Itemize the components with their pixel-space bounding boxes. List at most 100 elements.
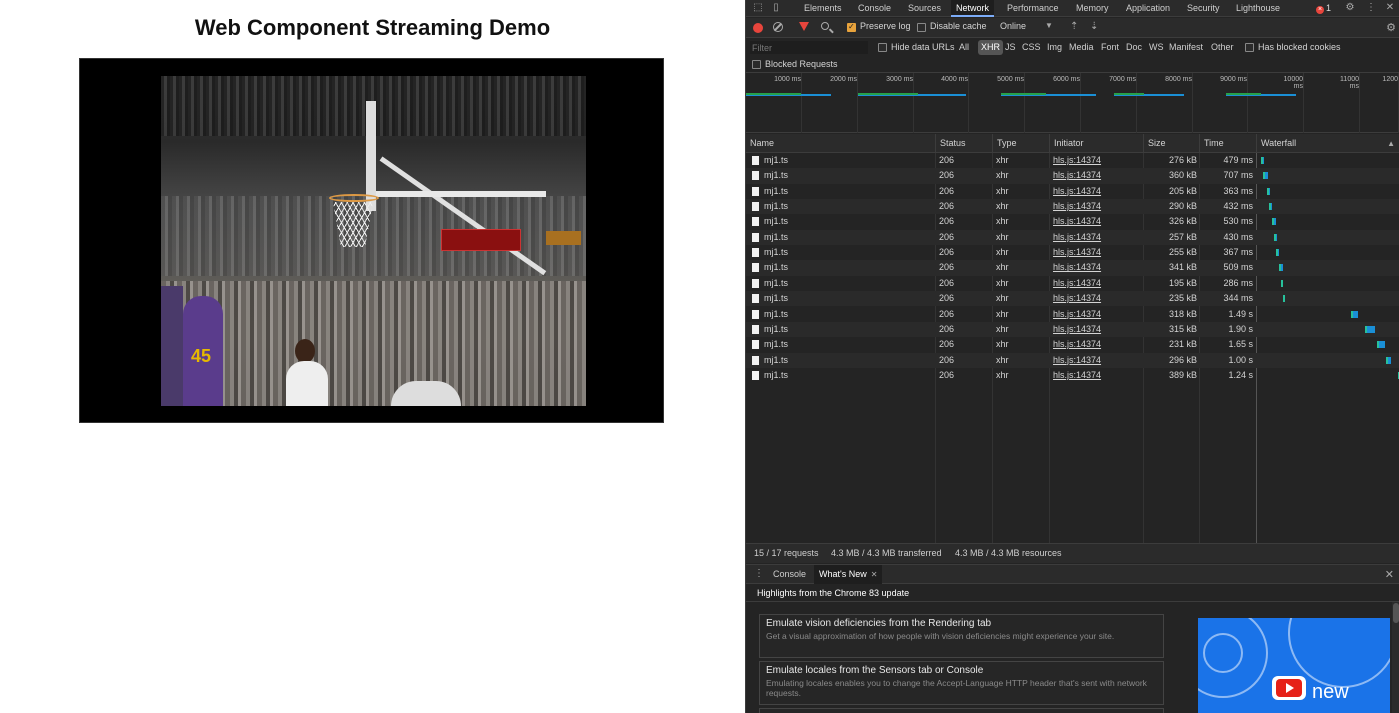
clear-icon[interactable]: [773, 22, 783, 32]
tab-application[interactable]: Application: [1121, 0, 1175, 17]
request-initiator[interactable]: hls.js:14374: [1053, 291, 1101, 306]
device-toolbar-icon[interactable]: ▯: [770, 2, 782, 14]
request-type: xhr: [996, 339, 1009, 350]
close-icon[interactable]: ✕: [871, 570, 878, 579]
preserve-log-checkbox[interactable]: [847, 22, 856, 32]
table-row[interactable]: mj1.ts 206 xhr hls.js:14374 341 kB 509 ms: [746, 260, 1399, 276]
close-drawer-icon[interactable]: ✕: [1385, 568, 1394, 581]
tab-security[interactable]: Security: [1182, 0, 1225, 17]
request-initiator[interactable]: hls.js:14374: [1053, 322, 1101, 337]
table-row[interactable]: mj1.ts 206 xhr hls.js:14374 296 kB 1.00 s: [746, 352, 1399, 368]
more-options-icon[interactable]: ⋮: [1365, 2, 1377, 14]
type-filter-media[interactable]: Media: [1066, 40, 1097, 55]
has-blocked-cookies-checkbox[interactable]: [1245, 43, 1254, 52]
network-settings-icon[interactable]: ⚙: [1386, 21, 1396, 34]
type-filter-manifest[interactable]: Manifest: [1166, 40, 1206, 55]
search-icon[interactable]: [821, 22, 829, 30]
type-filter-css[interactable]: CSS: [1019, 40, 1044, 55]
request-initiator[interactable]: hls.js:14374: [1053, 245, 1101, 260]
close-devtools-icon[interactable]: ✕: [1384, 2, 1396, 14]
column-header-initiator[interactable]: Initiator: [1049, 134, 1143, 153]
table-row[interactable]: mj1.ts 206 xhr hls.js:14374 315 kB 1.90 s: [746, 321, 1399, 338]
whats-new-card[interactable]: Emulate vision deficiencies from the Ren…: [759, 614, 1164, 658]
column-header-waterfall[interactable]: Waterfall: [1256, 134, 1399, 153]
tab-sources[interactable]: Sources: [903, 0, 946, 17]
drawer-menu-icon[interactable]: ⋮: [754, 568, 764, 579]
blocked-requests-checkbox[interactable]: [752, 60, 761, 69]
request-initiator[interactable]: hls.js:14374: [1053, 276, 1101, 291]
inspect-element-icon[interactable]: ⬚: [752, 2, 764, 14]
hide-data-urls-checkbox[interactable]: [878, 43, 887, 52]
tab-elements[interactable]: Elements: [799, 0, 847, 17]
error-count-badge[interactable]: × 1: [1316, 0, 1331, 17]
tab-performance[interactable]: Performance: [1002, 0, 1064, 17]
waterfall-bar: [1269, 203, 1272, 211]
column-header-size[interactable]: Size: [1143, 134, 1199, 153]
settings-gear-icon[interactable]: ⚙: [1344, 2, 1356, 14]
drawer-tab-whats-new[interactable]: What's New ✕: [814, 565, 883, 584]
table-row[interactable]: mj1.ts 206 xhr hls.js:14374 326 kB 530 ms: [746, 214, 1399, 229]
request-initiator[interactable]: hls.js:14374: [1053, 260, 1101, 275]
column-header-status[interactable]: Status: [935, 134, 992, 153]
request-initiator[interactable]: hls.js:14374: [1053, 153, 1101, 168]
tab-memory[interactable]: Memory: [1071, 0, 1114, 17]
request-initiator[interactable]: hls.js:14374: [1053, 230, 1101, 245]
request-initiator[interactable]: hls.js:14374: [1053, 168, 1101, 183]
request-initiator[interactable]: hls.js:14374: [1053, 368, 1101, 383]
request-initiator[interactable]: hls.js:14374: [1053, 353, 1101, 368]
throttling-select[interactable]: Online: [1000, 21, 1026, 31]
whats-new-card[interactable]: [759, 708, 1164, 713]
type-filter-ws[interactable]: WS: [1146, 40, 1167, 55]
tab-lighthouse[interactable]: Lighthouse: [1231, 0, 1285, 17]
overview-gridline: [913, 73, 914, 133]
filter-input[interactable]: [750, 41, 868, 54]
tab-network[interactable]: Network: [951, 0, 995, 17]
table-row[interactable]: mj1.ts 206 xhr hls.js:14374 205 kB 363 ms: [746, 184, 1399, 199]
export-har-icon[interactable]: ⇣: [1090, 21, 1098, 32]
request-initiator[interactable]: hls.js:14374: [1053, 307, 1101, 322]
whats-new-card[interactable]: Emulate locales from the Sensors tab or …: [759, 661, 1164, 705]
requests-table: mj1.ts 206 xhr hls.js:14374 276 kB 479 ms mj1.…: [746, 153, 1399, 543]
video-player[interactable]: 45: [79, 58, 664, 423]
table-row[interactable]: mj1.ts 206 xhr hls.js:14374 389 kB 1.24 s: [746, 368, 1399, 383]
file-icon: [752, 171, 759, 181]
record-icon[interactable]: [753, 23, 763, 33]
import-har-icon[interactable]: ⇡: [1070, 21, 1078, 32]
whats-new-video-thumbnail[interactable]: new: [1198, 618, 1390, 713]
scrollbar-thumb[interactable]: [1393, 603, 1399, 623]
type-filter-all[interactable]: All: [956, 40, 972, 55]
youtube-play-icon[interactable]: [1272, 676, 1306, 700]
column-header-name[interactable]: Name: [746, 134, 935, 153]
player-figure: [161, 286, 183, 406]
type-filter-font[interactable]: Font: [1098, 40, 1122, 55]
type-filter-xhr[interactable]: XHR: [978, 40, 1004, 55]
table-row[interactable]: mj1.ts 206 xhr hls.js:14374 235 kB 344 ms: [746, 291, 1399, 307]
table-row[interactable]: mj1.ts 206 xhr hls.js:14374 231 kB 1.65 s: [746, 337, 1399, 352]
type-filter-other[interactable]: Other: [1208, 40, 1237, 55]
type-filter-img[interactable]: Img: [1044, 40, 1065, 55]
drawer-tab-console[interactable]: Console: [768, 565, 811, 584]
request-initiator[interactable]: hls.js:14374: [1053, 199, 1101, 214]
type-filter-js[interactable]: JS: [1002, 40, 1019, 55]
table-row[interactable]: mj1.ts 206 xhr hls.js:14374 318 kB 1.49 s: [746, 307, 1399, 322]
column-header-time[interactable]: Time: [1199, 134, 1256, 153]
tab-console[interactable]: Console: [853, 0, 896, 17]
table-row[interactable]: mj1.ts 206 xhr hls.js:14374 360 kB 707 ms: [746, 168, 1399, 184]
request-size: 315 kB: [1168, 323, 1197, 334]
table-row[interactable]: mj1.ts 206 xhr hls.js:14374 195 kB 286 ms: [746, 276, 1399, 291]
network-overview[interactable]: 1000 ms 2000 ms 3000 ms 4000 ms 5000 ms 6000 …: [746, 73, 1399, 133]
filter-icon[interactable]: [799, 22, 809, 31]
table-row[interactable]: mj1.ts 206 xhr hls.js:14374 276 kB 479 ms: [746, 153, 1399, 168]
type-filter-doc[interactable]: Doc: [1123, 40, 1145, 55]
request-initiator[interactable]: hls.js:14374: [1053, 337, 1101, 352]
file-icon: [752, 156, 759, 165]
waterfall-bar: [1274, 233, 1277, 241]
column-header-type[interactable]: Type: [992, 134, 1049, 153]
table-row[interactable]: mj1.ts 206 xhr hls.js:14374 257 kB 430 ms: [746, 229, 1399, 246]
table-row[interactable]: mj1.ts 206 xhr hls.js:14374 255 kB 367 ms: [746, 245, 1399, 260]
request-initiator[interactable]: hls.js:14374: [1053, 184, 1101, 199]
table-row[interactable]: mj1.ts 206 xhr hls.js:14374 290 kB 432 ms: [746, 199, 1399, 215]
request-initiator[interactable]: hls.js:14374: [1053, 214, 1101, 229]
disable-cache-checkbox[interactable]: [917, 23, 926, 32]
waterfall-bar: [1281, 279, 1283, 287]
